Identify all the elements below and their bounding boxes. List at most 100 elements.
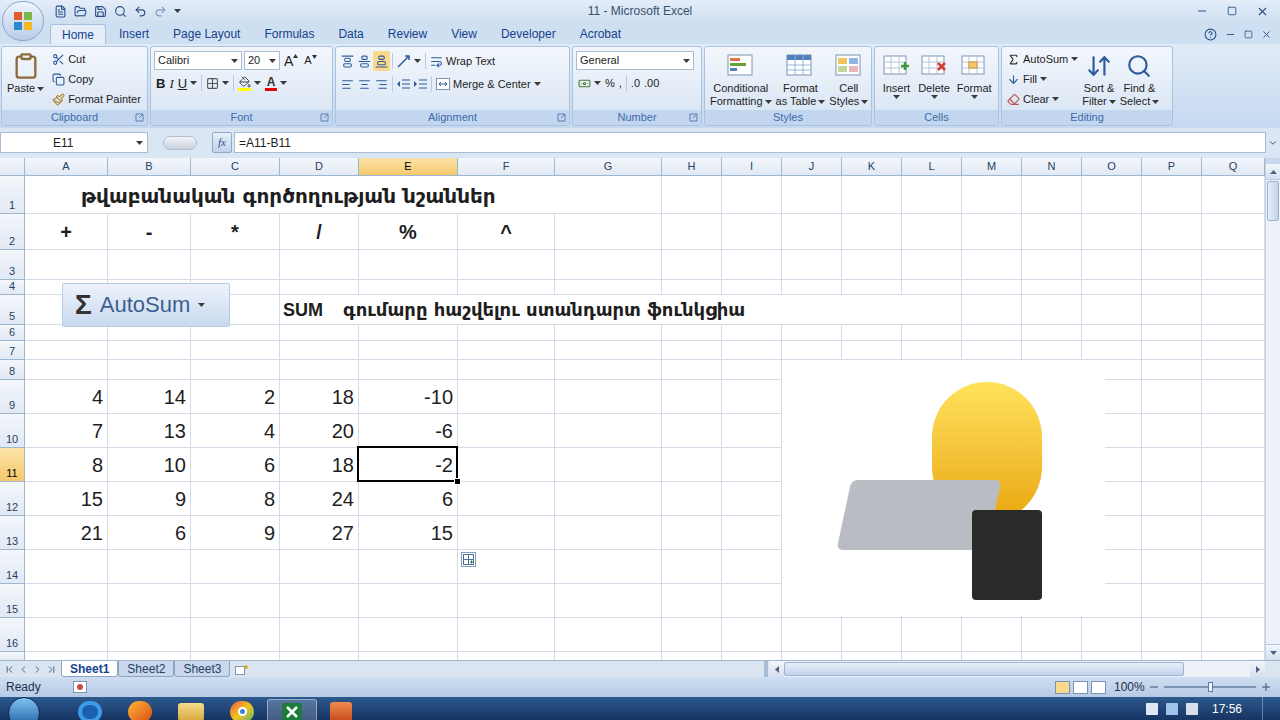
- autofill-options-button[interactable]: [461, 552, 476, 567]
- close-button[interactable]: [1248, 2, 1276, 20]
- cell[interactable]: [1142, 448, 1202, 482]
- cell[interactable]: [902, 176, 962, 214]
- save-icon[interactable]: [94, 5, 107, 18]
- cell[interactable]: [842, 250, 902, 280]
- cell[interactable]: [555, 618, 662, 652]
- cell[interactable]: [662, 341, 722, 360]
- fill-handle[interactable]: [454, 478, 461, 485]
- first-sheet-icon[interactable]: [4, 664, 15, 675]
- cells-button[interactable]: Insert: [879, 49, 913, 99]
- column-header[interactable]: J: [782, 158, 842, 176]
- value-cell[interactable]: -2: [359, 448, 458, 482]
- cell[interactable]: [662, 414, 722, 448]
- cell[interactable]: [722, 214, 782, 250]
- fill-color-button[interactable]: [236, 73, 263, 93]
- vertical-scrollbar[interactable]: [1265, 158, 1280, 660]
- align-center-button[interactable]: [356, 74, 373, 94]
- cell[interactable]: [555, 214, 662, 250]
- last-sheet-icon[interactable]: [46, 664, 57, 675]
- cell[interactable]: [458, 250, 555, 280]
- cell[interactable]: [722, 448, 782, 482]
- cell[interactable]: [1202, 280, 1265, 295]
- orientation-button[interactable]: [395, 51, 423, 71]
- editing-small-button[interactable]: AutoSum: [1005, 49, 1080, 69]
- cell[interactable]: [962, 295, 1022, 325]
- zoom-slider[interactable]: [1164, 682, 1256, 692]
- cell[interactable]: [191, 360, 280, 380]
- column-header[interactable]: N: [1022, 158, 1082, 176]
- cell[interactable]: [555, 516, 662, 550]
- cell[interactable]: [458, 618, 555, 652]
- cell[interactable]: [722, 618, 782, 652]
- column-header[interactable]: E: [359, 158, 458, 176]
- cell[interactable]: [1082, 250, 1142, 280]
- cell[interactable]: [555, 448, 662, 482]
- cell[interactable]: [359, 325, 458, 341]
- cell[interactable]: [458, 482, 555, 516]
- increase-decimal-button[interactable]: .0: [629, 73, 642, 93]
- column-header[interactable]: L: [902, 158, 962, 176]
- cell[interactable]: [842, 176, 902, 214]
- office-button[interactable]: [2, 1, 44, 41]
- cell[interactable]: [1142, 325, 1202, 341]
- cell[interactable]: [280, 652, 359, 660]
- column-header[interactable]: I: [722, 158, 782, 176]
- sheet-tab[interactable]: Sheet1: [61, 661, 118, 677]
- clock[interactable]: 17:56: [1212, 703, 1242, 715]
- row-header[interactable]: 15: [0, 584, 25, 618]
- cell[interactable]: [1202, 652, 1265, 660]
- cell[interactable]: [662, 380, 722, 414]
- file-explorer-icon[interactable]: [178, 703, 204, 720]
- italic-button[interactable]: I: [167, 73, 175, 93]
- cell[interactable]: [555, 414, 662, 448]
- operator-cell[interactable]: *: [191, 214, 280, 250]
- workbook-close-icon[interactable]: [1261, 29, 1272, 40]
- heading-cell[interactable]: թվաբանական գործողության նշաններ: [25, 176, 662, 214]
- cell[interactable]: [1202, 214, 1265, 250]
- scroll-down-button[interactable]: [1266, 644, 1280, 660]
- cell[interactable]: [359, 360, 458, 380]
- minimize-button[interactable]: [1188, 2, 1216, 20]
- row-header[interactable]: 9: [0, 380, 25, 414]
- cell[interactable]: [1022, 214, 1082, 250]
- cell[interactable]: [962, 214, 1022, 250]
- cell[interactable]: [662, 214, 722, 250]
- cell[interactable]: [962, 250, 1022, 280]
- cell[interactable]: [1202, 584, 1265, 618]
- cell[interactable]: [962, 176, 1022, 214]
- cell[interactable]: [191, 341, 280, 360]
- dialog-launcher-icon[interactable]: [320, 113, 329, 122]
- cut-button[interactable]: Cut: [50, 49, 143, 69]
- cell[interactable]: [25, 550, 108, 584]
- currency-button[interactable]: [576, 73, 603, 93]
- insert-function-button[interactable]: fx: [212, 132, 232, 153]
- cell[interactable]: [25, 360, 108, 380]
- editing-large-button[interactable]: Find &Select: [1118, 49, 1162, 108]
- cell[interactable]: [280, 360, 359, 380]
- insert-sheet-button[interactable]: [230, 661, 252, 677]
- column-header[interactable]: G: [555, 158, 662, 176]
- decrease-decimal-button[interactable]: .00: [642, 73, 661, 93]
- macro-record-button[interactable]: [73, 681, 87, 693]
- value-cell[interactable]: 4: [191, 414, 280, 448]
- cell[interactable]: [458, 584, 555, 618]
- column-header[interactable]: M: [962, 158, 1022, 176]
- cell[interactable]: [1022, 618, 1082, 652]
- cell[interactable]: [191, 618, 280, 652]
- cell[interactable]: [662, 618, 722, 652]
- align-right-button[interactable]: [373, 74, 390, 94]
- column-header[interactable]: A: [25, 158, 108, 176]
- ribbon-tab[interactable]: Acrobat: [569, 24, 632, 44]
- dialog-launcher-icon[interactable]: [689, 113, 698, 122]
- row-header[interactable]: 14: [0, 550, 25, 584]
- maximize-button[interactable]: [1218, 2, 1246, 20]
- cell[interactable]: [962, 618, 1022, 652]
- cell[interactable]: [25, 250, 108, 280]
- workbook-restore-icon[interactable]: [1244, 30, 1253, 39]
- value-cell[interactable]: 8: [191, 482, 280, 516]
- bottom-align-button[interactable]: [373, 51, 390, 71]
- borders-button[interactable]: [204, 73, 231, 93]
- next-sheet-icon[interactable]: [32, 664, 43, 675]
- cell[interactable]: [1082, 214, 1142, 250]
- number-format-box[interactable]: General: [576, 51, 694, 70]
